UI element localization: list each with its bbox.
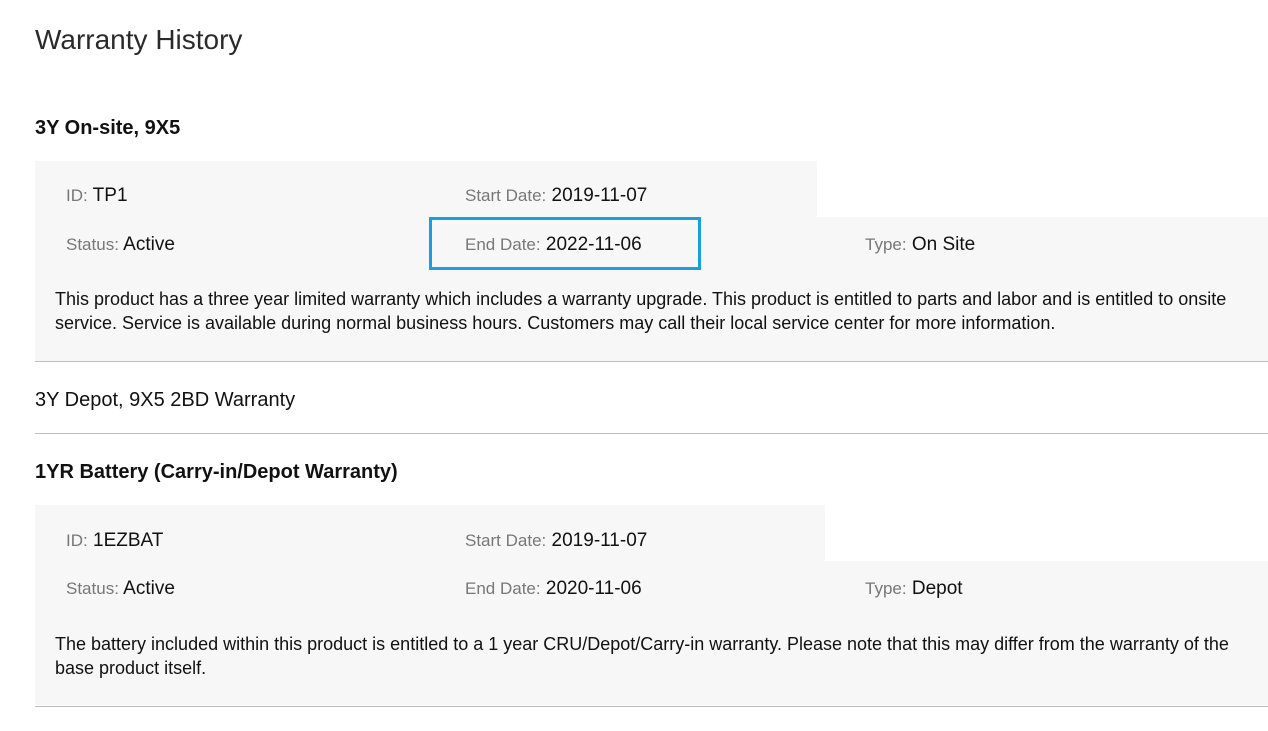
panel-notch bbox=[817, 161, 1268, 217]
end-date-value: 2020-11-06 bbox=[545, 578, 642, 599]
end-date-highlight bbox=[429, 217, 701, 270]
status-field: Status: Active bbox=[66, 577, 175, 601]
start-date-value: 2019-11-07 bbox=[551, 185, 648, 206]
status-label: Status: bbox=[66, 235, 119, 254]
start-date-label: Start Date: bbox=[465, 186, 547, 205]
panel-notch bbox=[825, 505, 1268, 561]
id-field: ID: TP1 bbox=[66, 184, 128, 208]
warranty-history-page: Warranty History 3Y On-site, 9X5 ID: TP1… bbox=[0, 0, 1268, 731]
start-date-field: Start Date: 2019-11-07 bbox=[465, 184, 647, 208]
end-date-field: End Date: 2020-11-06 bbox=[465, 577, 642, 601]
page-title: Warranty History bbox=[35, 24, 243, 55]
type-value: On Site bbox=[911, 234, 976, 255]
status-value: Active bbox=[123, 234, 175, 255]
start-date-value: 2019-11-07 bbox=[551, 530, 648, 551]
warranty-details-panel: ID: 1EZBAT Start Date: 2019-11-07 Status… bbox=[35, 505, 1268, 705]
end-date-label: End Date: bbox=[465, 579, 541, 598]
type-label: Type: bbox=[865, 579, 907, 598]
warranty-title[interactable]: 1YR Battery (Carry-in/Depot Warranty) bbox=[35, 459, 398, 485]
type-field: Type: On Site bbox=[865, 233, 975, 257]
type-value: Depot bbox=[911, 578, 963, 599]
divider bbox=[35, 361, 1268, 362]
status-value: Active bbox=[123, 578, 175, 599]
warranty-title[interactable]: 3Y On-site, 9X5 bbox=[35, 115, 180, 141]
id-field: ID: 1EZBAT bbox=[66, 529, 163, 553]
warranty-title-collapsed[interactable]: 3Y Depot, 9X5 2BD Warranty bbox=[35, 387, 295, 413]
warranty-description: The battery included within this product… bbox=[55, 634, 1229, 678]
id-label: ID: bbox=[66, 531, 88, 550]
type-field: Type: Depot bbox=[865, 577, 963, 601]
warranty-description: This product has a three year limited wa… bbox=[55, 289, 1227, 333]
status-label: Status: bbox=[66, 579, 119, 598]
start-date-field: Start Date: 2019-11-07 bbox=[465, 529, 647, 553]
id-value: TP1 bbox=[92, 185, 128, 206]
id-value: 1EZBAT bbox=[93, 530, 164, 551]
divider bbox=[35, 433, 1268, 434]
status-field: Status: Active bbox=[66, 233, 175, 257]
type-label: Type: bbox=[865, 235, 907, 254]
id-label: ID: bbox=[66, 186, 88, 205]
divider bbox=[35, 706, 1268, 707]
start-date-label: Start Date: bbox=[465, 531, 547, 550]
